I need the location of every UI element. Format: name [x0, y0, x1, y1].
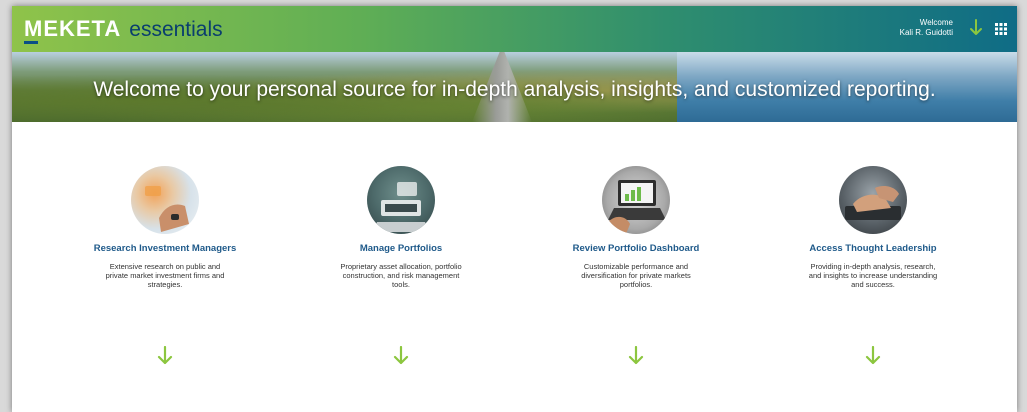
card-title[interactable]: Research Investment Managers — [80, 243, 250, 254]
card-research-managers[interactable]: Research Investment Managers Extensive r… — [80, 166, 250, 365]
card-portfolio-dashboard[interactable]: Review Portfolio Dashboard Customizable … — [551, 166, 721, 365]
portfolios-photo — [367, 166, 435, 234]
arrow-down-icon[interactable] — [969, 19, 983, 37]
research-photo — [131, 166, 199, 234]
card-manage-portfolios[interactable]: Manage Portfolios Proprietary asset allo… — [316, 166, 486, 365]
card-description: Customizable performance and diversifica… — [581, 262, 691, 289]
card-description: Extensive research on public and private… — [105, 262, 225, 289]
leadership-photo-illustration — [845, 186, 901, 220]
arrow-down-icon[interactable] — [157, 346, 173, 366]
user-name: Kali R. Guidotti — [899, 28, 953, 37]
app-window: MEKETA essentials Welcome Kali R. Guidot… — [12, 6, 1017, 412]
card-title[interactable]: Access Thought Leadership — [788, 243, 958, 254]
card-description: Providing in-depth analysis, research, a… — [808, 262, 938, 289]
card-description: Proprietary asset allocation, portfolio … — [340, 262, 462, 289]
portfolios-photo-illustration — [373, 182, 429, 232]
top-bar: MEKETA essentials Welcome Kali R. Guidot… — [12, 6, 1017, 52]
arrow-down-icon[interactable] — [393, 346, 409, 366]
dashboard-photo — [602, 166, 670, 234]
arrow-down-icon[interactable] — [628, 346, 644, 366]
welcome-label: Welcome — [919, 18, 953, 27]
logo-product: essentials — [129, 18, 223, 41]
logo[interactable]: MEKETA essentials — [24, 16, 223, 44]
card-title[interactable]: Review Portfolio Dashboard — [551, 243, 721, 254]
app-grid-icon[interactable] — [995, 23, 1007, 35]
leadership-photo — [839, 166, 907, 234]
card-title[interactable]: Manage Portfolios — [316, 243, 486, 254]
dashboard-photo-illustration — [608, 180, 666, 234]
user-greeting[interactable]: Welcome Kali R. Guidotti — [900, 18, 953, 38]
logo-brand: MEKETA — [24, 16, 122, 44]
research-photo-illustration — [145, 186, 189, 232]
hero-title: Welcome to your personal source for in-d… — [93, 78, 936, 101]
hero-banner: Welcome to your personal source for in-d… — [12, 52, 1017, 122]
arrow-down-icon[interactable] — [865, 346, 881, 366]
card-thought-leadership[interactable]: Access Thought Leadership Providing in-d… — [788, 166, 958, 365]
